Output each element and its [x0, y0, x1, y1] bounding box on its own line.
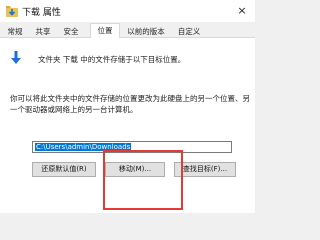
- arrow-down-icon: [11, 51, 21, 64]
- tab-location[interactable]: 位置: [90, 23, 120, 39]
- window-title: 下载 属性: [22, 8, 61, 18]
- tab-bar: 常规 共享 安全 位置 以前的版本 自定义: [0, 22, 255, 39]
- folder-download-icon: [6, 6, 18, 17]
- location-info-text: 文件夹 下载 中的文件存储于以下目标位置。: [38, 55, 186, 64]
- tab-customize[interactable]: 自定义: [176, 26, 202, 37]
- title-bar: 下载 属性 ×: [0, 0, 255, 22]
- tab-general[interactable]: 常规: [6, 26, 24, 37]
- restore-default-button[interactable]: 还原默认值(R): [32, 162, 96, 177]
- tab-previous-versions[interactable]: 以前的版本: [126, 26, 166, 37]
- tab-security[interactable]: 安全: [62, 26, 80, 37]
- find-target-button[interactable]: 查找目标(F)...: [174, 162, 236, 177]
- location-description: 你可以将此文件夹中的文件存储的位置更改为此硬盘上的另一个位置、另一个驱动器或网络…: [10, 94, 250, 114]
- tab-sharing[interactable]: 共享: [34, 26, 52, 37]
- close-button[interactable]: ×: [229, 0, 255, 22]
- highlight-box: [103, 150, 183, 210]
